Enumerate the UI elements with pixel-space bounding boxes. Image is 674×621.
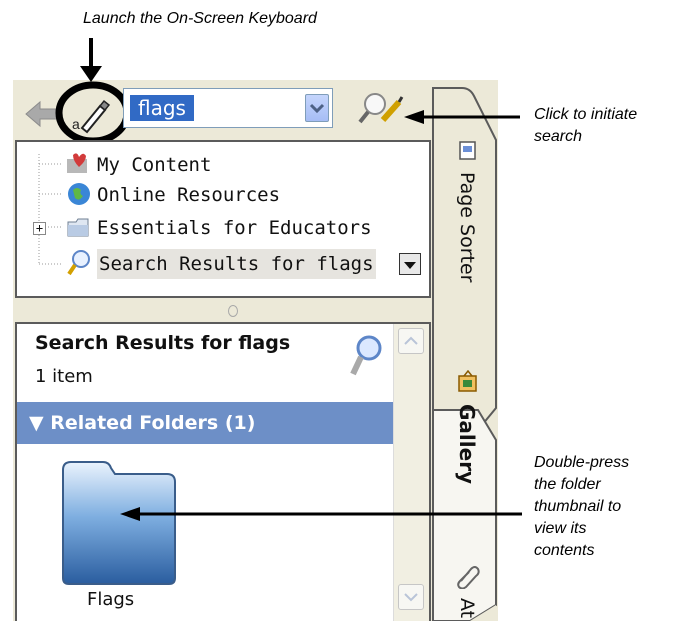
annotation-arrows [80,38,522,521]
